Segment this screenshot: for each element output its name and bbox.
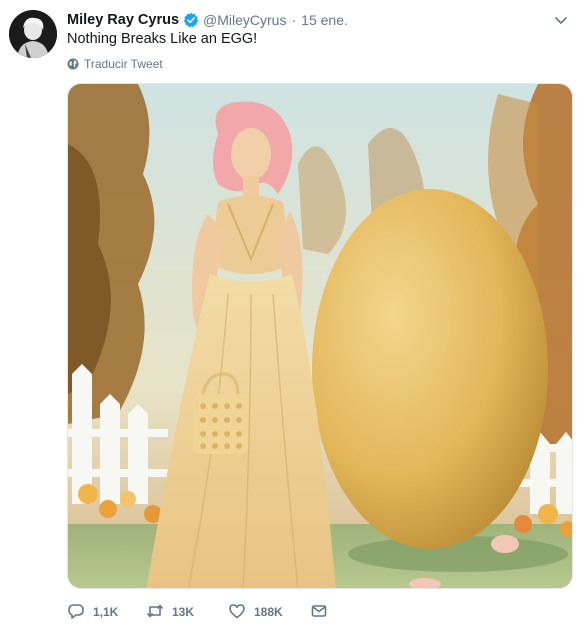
like-button[interactable]: 188K (228, 602, 283, 623)
globe-icon (67, 58, 79, 70)
timestamp[interactable]: 15 ene. (301, 12, 348, 28)
tweet-header: Miley Ray Cyrus @MileyCyrus · 15 ene. (67, 10, 348, 30)
reply-count: 1,1K (93, 605, 119, 619)
tweet[interactable]: Miley Ray Cyrus @MileyCyrus · 15 ene. No… (0, 0, 583, 630)
reply-icon (67, 602, 85, 623)
author-handle[interactable]: @MileyCyrus (203, 12, 286, 28)
retweet-button[interactable]: 13K (146, 602, 194, 623)
author-name[interactable]: Miley Ray Cyrus (67, 12, 179, 28)
translate-label: Traducir Tweet (84, 57, 163, 71)
retweet-count: 13K (172, 605, 195, 619)
direct-message-button[interactable] (310, 602, 328, 623)
tweet-text: Nothing Breaks Like an EGG! (67, 31, 258, 47)
separator-dot: · (291, 12, 297, 28)
tweet-photo[interactable] (67, 83, 573, 589)
retweet-icon (146, 602, 164, 623)
heart-icon (228, 602, 246, 623)
avatar[interactable] (9, 10, 57, 58)
chevron-down-icon[interactable] (553, 12, 569, 28)
translate-tweet-link[interactable]: Traducir Tweet (67, 57, 163, 71)
like-count: 188K (254, 605, 283, 619)
envelope-icon (310, 602, 328, 623)
verified-badge-icon (183, 12, 199, 28)
reply-button[interactable]: 1,1K (67, 602, 118, 623)
